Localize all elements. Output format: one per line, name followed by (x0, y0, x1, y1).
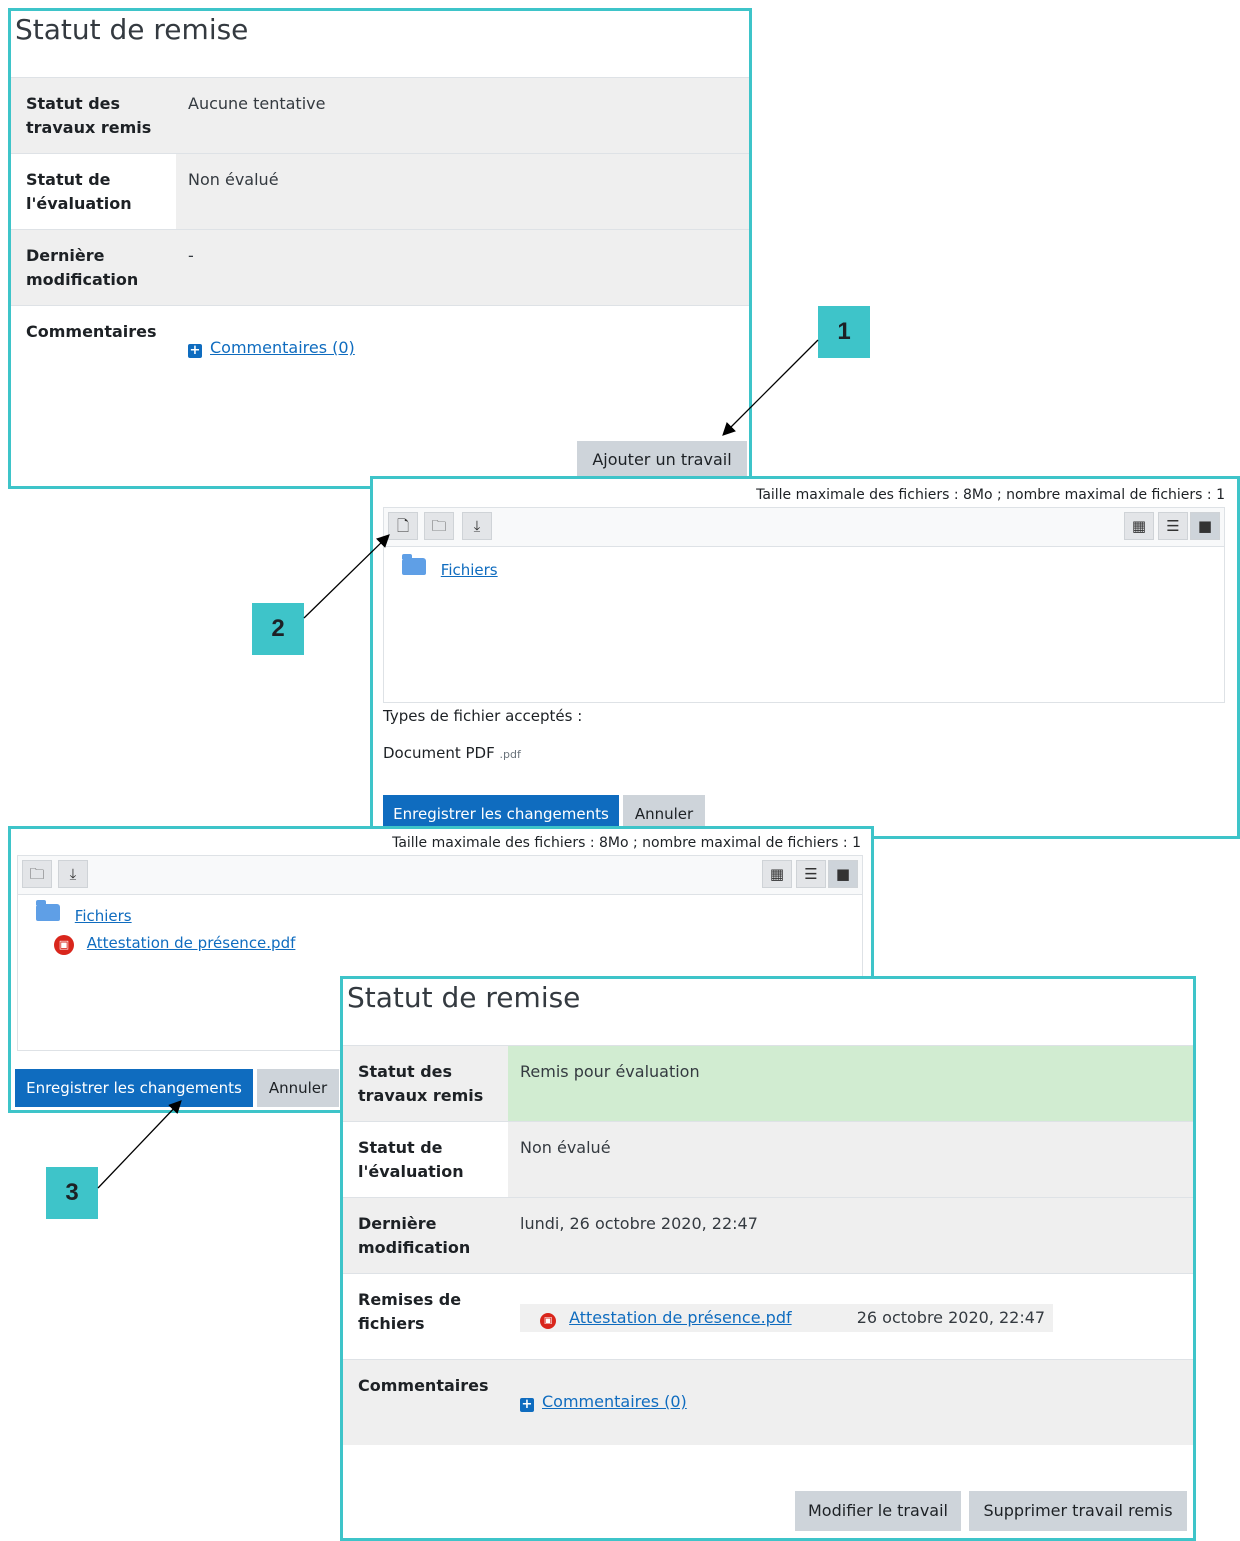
row-label: Statut de l'évaluation (26, 170, 132, 213)
row-value: Remis pour évaluation (508, 1046, 1193, 1121)
folder-tree: Fichiers (402, 554, 498, 579)
create-folder-icon[interactable]: 🗀 (424, 512, 454, 540)
arrow-3 (97, 1100, 182, 1189)
comments-link[interactable]: Commentaires (0) (542, 1392, 687, 1411)
folder-link[interactable]: Fichiers (441, 561, 498, 579)
download-icon[interactable]: ⤓ (58, 860, 88, 888)
accepted-type: Document PDF .pdf (383, 744, 521, 762)
row-value: + Commentaires (0) (508, 1360, 1193, 1445)
file-picker-toolbar: 🗋 🗀 ⤓ ▦ ☰ ■ (384, 508, 1224, 547)
file-picker-panel-empty: Taille maximale des fichiers : 8Mo ; nom… (370, 476, 1240, 839)
status-row-file-submissions: Remises de fichiers ▣ Attestation de pré… (343, 1273, 1193, 1359)
row-label: Statut des travaux remis (26, 94, 152, 137)
status-table: Statut des travaux remis Aucune tentativ… (11, 77, 749, 436)
row-label: Remises de fichiers (358, 1290, 462, 1333)
row-value: + Commentaires (0) (176, 306, 749, 436)
status-row-submission: Statut des travaux remis Aucune tentativ… (11, 77, 749, 153)
accepted-type-name: Document PDF (383, 744, 495, 762)
tree-view-icon[interactable]: ■ (828, 860, 858, 888)
grid-view-icon[interactable]: ▦ (1124, 512, 1154, 540)
tree-view-icon[interactable]: ■ (1190, 512, 1220, 540)
file-picker-toolbar: 🗀 ⤓ ▦ ☰ ■ (18, 856, 862, 895)
row-label: Statut des travaux remis (343, 1046, 508, 1121)
pdf-icon: ▣ (54, 935, 74, 955)
list-view-icon[interactable]: ☰ (1158, 512, 1188, 540)
cancel-button[interactable]: Annuler (257, 1069, 339, 1107)
file-limits-text: Taille maximale des fichiers : 8Mo ; nom… (756, 487, 1225, 503)
accepted-type-ext: .pdf (499, 748, 521, 761)
status-row-last-modified: Dernière modification - (11, 229, 749, 305)
file-limits-text: Taille maximale des fichiers : 8Mo ; nom… (392, 835, 861, 851)
row-label: Commentaires (358, 1376, 489, 1395)
edit-submission-button[interactable]: Modifier le travail (795, 1491, 961, 1531)
row-value: Aucune tentative (188, 94, 326, 113)
row-value: - (188, 246, 194, 265)
status-row-comments: Commentaires + Commentaires (0) (343, 1359, 1193, 1445)
list-view-icon[interactable]: ☰ (796, 860, 826, 888)
row-label: Commentaires (26, 322, 157, 341)
file-picker-area: 🗋 🗀 ⤓ ▦ ☰ ■ Fichiers (383, 507, 1225, 703)
submitted-file-link[interactable]: Attestation de présence.pdf (569, 1308, 792, 1327)
row-label: Statut de l'évaluation (358, 1138, 464, 1181)
submission-status-panel-before: Statut de remise Statut des travaux remi… (8, 8, 752, 489)
row-value: Non évalué (508, 1122, 1193, 1197)
file-tree-item: ▣ Attestation de présence.pdf (54, 934, 295, 955)
row-value: lundi, 26 octobre 2020, 22:47 (520, 1214, 758, 1233)
folder-link[interactable]: Fichiers (75, 907, 132, 925)
file-link[interactable]: Attestation de présence.pdf (87, 934, 296, 952)
folder-icon (36, 900, 60, 921)
add-submission-button[interactable]: Ajouter un travail (577, 441, 747, 479)
status-row-submission: Statut des travaux remis Remis pour éval… (343, 1045, 1193, 1121)
pdf-icon: ▣ (540, 1313, 556, 1329)
download-icon[interactable]: ⤓ (462, 512, 492, 540)
status-row-grading: Statut de l'évaluation Non évalué (343, 1121, 1193, 1197)
add-file-icon[interactable]: 🗋 (388, 512, 418, 540)
callout-1: 1 (818, 306, 870, 358)
row-value: Non évalué (176, 154, 749, 229)
submission-status-panel-after: Statut de remise Statut des travaux remi… (340, 976, 1196, 1541)
grid-view-icon[interactable]: ▦ (762, 860, 792, 888)
row-label: Dernière modification (358, 1214, 471, 1257)
folder-tree: Fichiers (36, 900, 132, 925)
status-row-comments: Commentaires + Commentaires (0) (11, 305, 749, 436)
plus-icon: + (520, 1397, 534, 1412)
status-row-grading: Statut de l'évaluation Non évalué (11, 153, 749, 229)
status-row-last-modified: Dernière modification lundi, 26 octobre … (343, 1197, 1193, 1273)
save-changes-button[interactable]: Enregistrer les changements (15, 1069, 253, 1107)
create-folder-icon[interactable]: 🗀 (22, 860, 52, 888)
delete-submission-button[interactable]: Supprimer travail remis (969, 1491, 1187, 1531)
row-value: ▣ Attestation de présence.pdf 26 octobre… (508, 1274, 1193, 1359)
row-label: Dernière modification (26, 246, 139, 289)
status-table: Statut des travaux remis Remis pour éval… (343, 1045, 1193, 1445)
panel-title: Statut de remise (347, 981, 581, 1014)
callout-3: 3 (46, 1167, 98, 1219)
submitted-file-date: 26 octobre 2020, 22:47 (856, 1308, 1046, 1327)
callout-2: 2 (252, 603, 304, 655)
file-entry: ▣ Attestation de présence.pdf 26 octobre… (520, 1304, 1054, 1332)
accepted-types-label: Types de fichier acceptés : (383, 707, 583, 725)
folder-icon (402, 554, 426, 575)
plus-icon: + (188, 343, 202, 358)
comments-link[interactable]: Commentaires (0) (210, 338, 355, 357)
panel-title: Statut de remise (15, 13, 249, 46)
